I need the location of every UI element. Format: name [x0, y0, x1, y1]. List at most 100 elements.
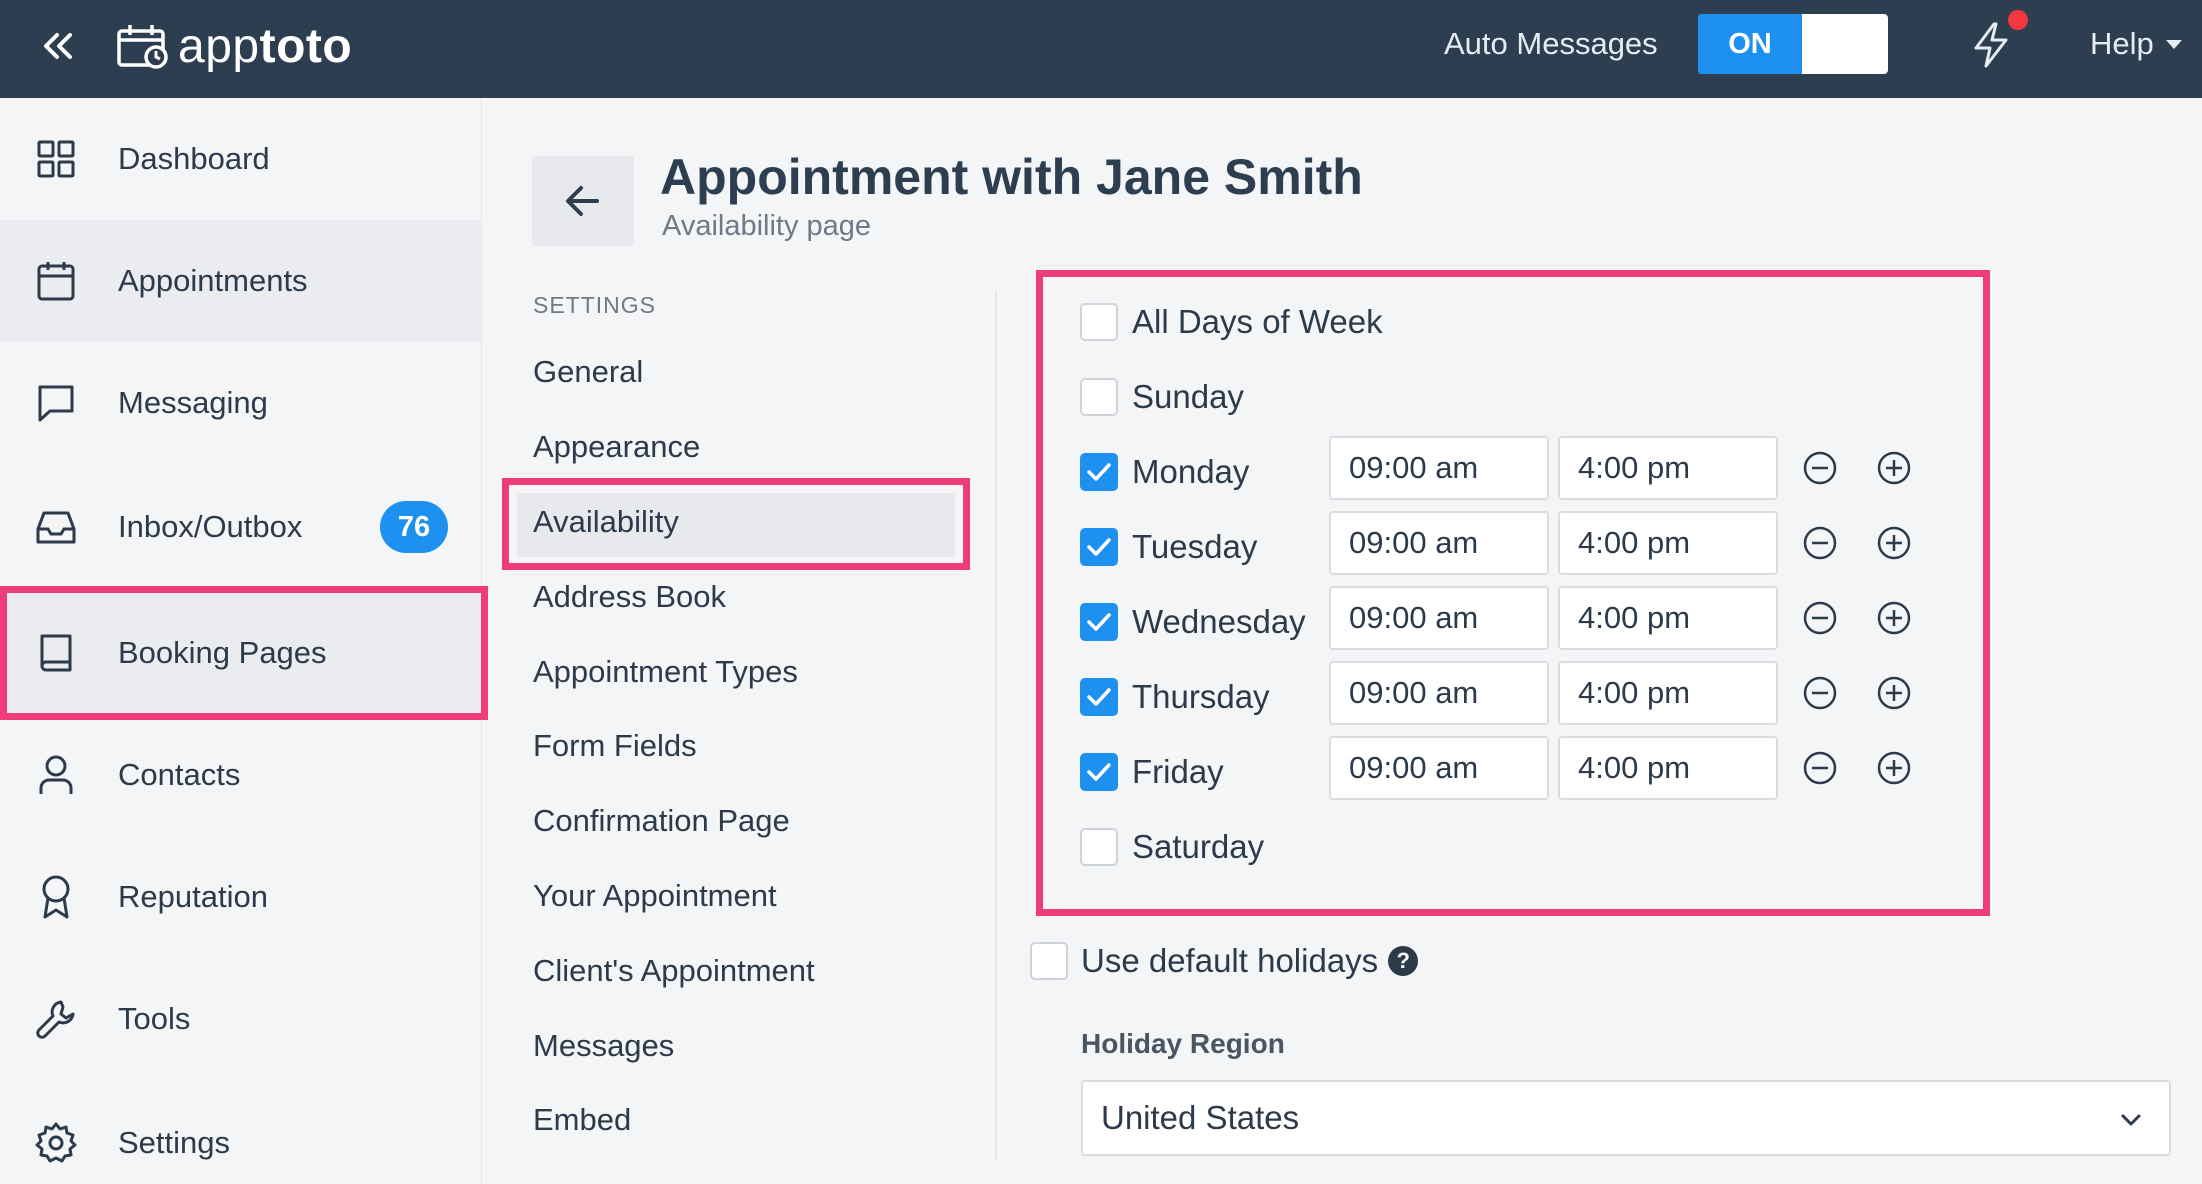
- remove-range-monday-icon[interactable]: [1802, 450, 1838, 486]
- sidebar-item-contacts[interactable]: Contacts: [0, 714, 482, 836]
- thursday-checkbox[interactable]: [1080, 678, 1118, 716]
- day-label: Monday: [1132, 453, 1250, 490]
- monday-checkbox[interactable]: [1080, 453, 1118, 491]
- wednesday-end-time[interactable]: 4:00 pm: [1558, 586, 1778, 650]
- settings-item-confirmation-page[interactable]: Confirmation Page: [533, 803, 790, 839]
- wrench-icon: [34, 997, 78, 1041]
- sidebar-item-tools[interactable]: Tools: [0, 958, 482, 1080]
- caret-down-icon: [2165, 39, 2182, 49]
- tuesday-start-time[interactable]: 09:00 am: [1329, 511, 1549, 575]
- day-row-thursday: Thursday: [1080, 671, 1270, 723]
- top-bar: apptoto Auto Messages ON Help: [0, 0, 2202, 98]
- wednesday-start-time[interactable]: 09:00 am: [1329, 586, 1549, 650]
- sidebar-item-messaging[interactable]: Messaging: [0, 342, 482, 464]
- tuesday-checkbox[interactable]: [1080, 528, 1118, 566]
- checkmark-icon: [1087, 688, 1111, 706]
- remove-range-friday-icon[interactable]: [1802, 750, 1838, 786]
- sidebar-item-reputation[interactable]: Reputation: [0, 836, 482, 958]
- wednesday-checkbox[interactable]: [1080, 603, 1118, 641]
- collapse-sidebar-button[interactable]: [38, 24, 78, 68]
- grid-icon: [34, 137, 78, 181]
- tuesday-end-time[interactable]: 4:00 pm: [1558, 511, 1778, 575]
- friday-checkbox[interactable]: [1080, 753, 1118, 791]
- checkmark-icon: [1087, 763, 1111, 781]
- checkmark-icon: [1087, 613, 1111, 631]
- award-icon: [34, 875, 78, 919]
- calendar-clock-logo-icon: [117, 25, 168, 69]
- settings-heading: SETTINGS: [533, 292, 657, 318]
- sidebar-item-label: Inbox/Outbox: [118, 509, 303, 544]
- double-chevron-left-icon: [44, 33, 72, 59]
- settings-item-your-appointment[interactable]: Your Appointment: [533, 878, 777, 914]
- settings-item-address-book[interactable]: Address Book: [533, 579, 726, 615]
- inbox-icon: [34, 505, 78, 549]
- day-label: Thursday: [1132, 678, 1270, 715]
- lightning-icon: [1974, 22, 2008, 68]
- inbox-count-badge: 76: [380, 501, 448, 553]
- settings-item-messages[interactable]: Messages: [533, 1028, 674, 1064]
- arrow-left-icon: [566, 186, 599, 216]
- notification-dot: [2008, 10, 2028, 30]
- add-range-thursday-icon[interactable]: [1876, 675, 1912, 711]
- sidebar-item-dashboard[interactable]: Dashboard: [0, 98, 482, 220]
- sidebar-item-settings[interactable]: Settings: [0, 1082, 482, 1184]
- thursday-end-time[interactable]: 4:00 pm: [1558, 661, 1778, 725]
- sidebar-item-inbox-outbox[interactable]: Inbox/Outbox 76: [0, 466, 482, 588]
- chevron-down-icon: [2121, 1114, 2141, 1126]
- settings-item-availability[interactable]: Availability: [533, 504, 679, 540]
- chat-icon: [34, 381, 78, 425]
- sunday-checkbox[interactable]: [1080, 378, 1118, 416]
- calendar-icon: [34, 259, 78, 303]
- settings-item-embed[interactable]: Embed: [533, 1102, 631, 1138]
- help-circle-icon[interactable]: ?: [1388, 946, 1419, 976]
- settings-item-general[interactable]: General: [533, 354, 643, 390]
- day-label: Sunday: [1132, 378, 1244, 415]
- settings-item-appointment-types[interactable]: Appointment Types: [533, 654, 798, 690]
- apptoto-logo[interactable]: apptoto: [116, 16, 352, 76]
- book-icon: [34, 631, 78, 675]
- day-row-wednesday: Wednesday: [1080, 596, 1306, 648]
- gear-icon: [34, 1121, 78, 1165]
- monday-end-time[interactable]: 4:00 pm: [1558, 436, 1778, 500]
- sidebar-item-label: Messaging: [118, 385, 268, 420]
- sidebar-item-label: Appointments: [118, 263, 308, 298]
- remove-range-wednesday-icon[interactable]: [1802, 600, 1838, 636]
- page-subtitle: Availability page: [662, 210, 872, 242]
- settings-item-clients-appointment[interactable]: Client's Appointment: [533, 953, 815, 989]
- add-range-tuesday-icon[interactable]: [1876, 525, 1912, 561]
- day-label: Saturday: [1132, 828, 1265, 865]
- add-range-monday-icon[interactable]: [1876, 450, 1912, 486]
- back-button[interactable]: [532, 156, 634, 246]
- settings-divider: [995, 290, 997, 1160]
- settings-item-appearance[interactable]: Appearance: [533, 429, 700, 465]
- monday-start-time[interactable]: 09:00 am: [1329, 436, 1549, 500]
- page-title: Appointment with Jane Smith: [660, 149, 1363, 205]
- friday-start-time[interactable]: 09:00 am: [1329, 736, 1549, 800]
- logo-text: apptoto: [178, 19, 353, 73]
- sidebar-item-appointments[interactable]: Appointments: [0, 220, 482, 342]
- auto-messages-toggle[interactable]: ON: [1698, 14, 1888, 74]
- holiday-region-select[interactable]: United States: [1081, 1080, 2171, 1156]
- settings-item-form-fields[interactable]: Form Fields: [533, 728, 697, 764]
- add-range-wednesday-icon[interactable]: [1876, 600, 1912, 636]
- sidebar-item-label: Dashboard: [118, 141, 270, 176]
- all-days-checkbox[interactable]: [1080, 303, 1118, 341]
- friday-end-time[interactable]: 4:00 pm: [1558, 736, 1778, 800]
- holiday-region-value: United States: [1101, 1099, 1300, 1136]
- activity-button[interactable]: [1968, 20, 2014, 70]
- remove-range-thursday-icon[interactable]: [1802, 675, 1838, 711]
- sidebar-item-label: Contacts: [118, 757, 241, 792]
- all-days-row: All Days of Week: [1080, 296, 1383, 348]
- thursday-start-time[interactable]: 09:00 am: [1329, 661, 1549, 725]
- checkmark-icon: [1087, 538, 1111, 556]
- day-label: Friday: [1132, 753, 1224, 790]
- add-range-friday-icon[interactable]: [1876, 750, 1912, 786]
- all-days-label: All Days of Week: [1132, 303, 1383, 340]
- sidebar-item-booking-pages[interactable]: Booking Pages: [0, 590, 482, 716]
- saturday-checkbox[interactable]: [1080, 828, 1118, 866]
- remove-range-tuesday-icon[interactable]: [1802, 525, 1838, 561]
- help-menu[interactable]: Help: [2090, 26, 2182, 62]
- day-label: Wednesday: [1132, 603, 1306, 640]
- use-default-holidays-checkbox[interactable]: [1030, 942, 1068, 980]
- toggle-on-label: ON: [1698, 14, 1802, 74]
